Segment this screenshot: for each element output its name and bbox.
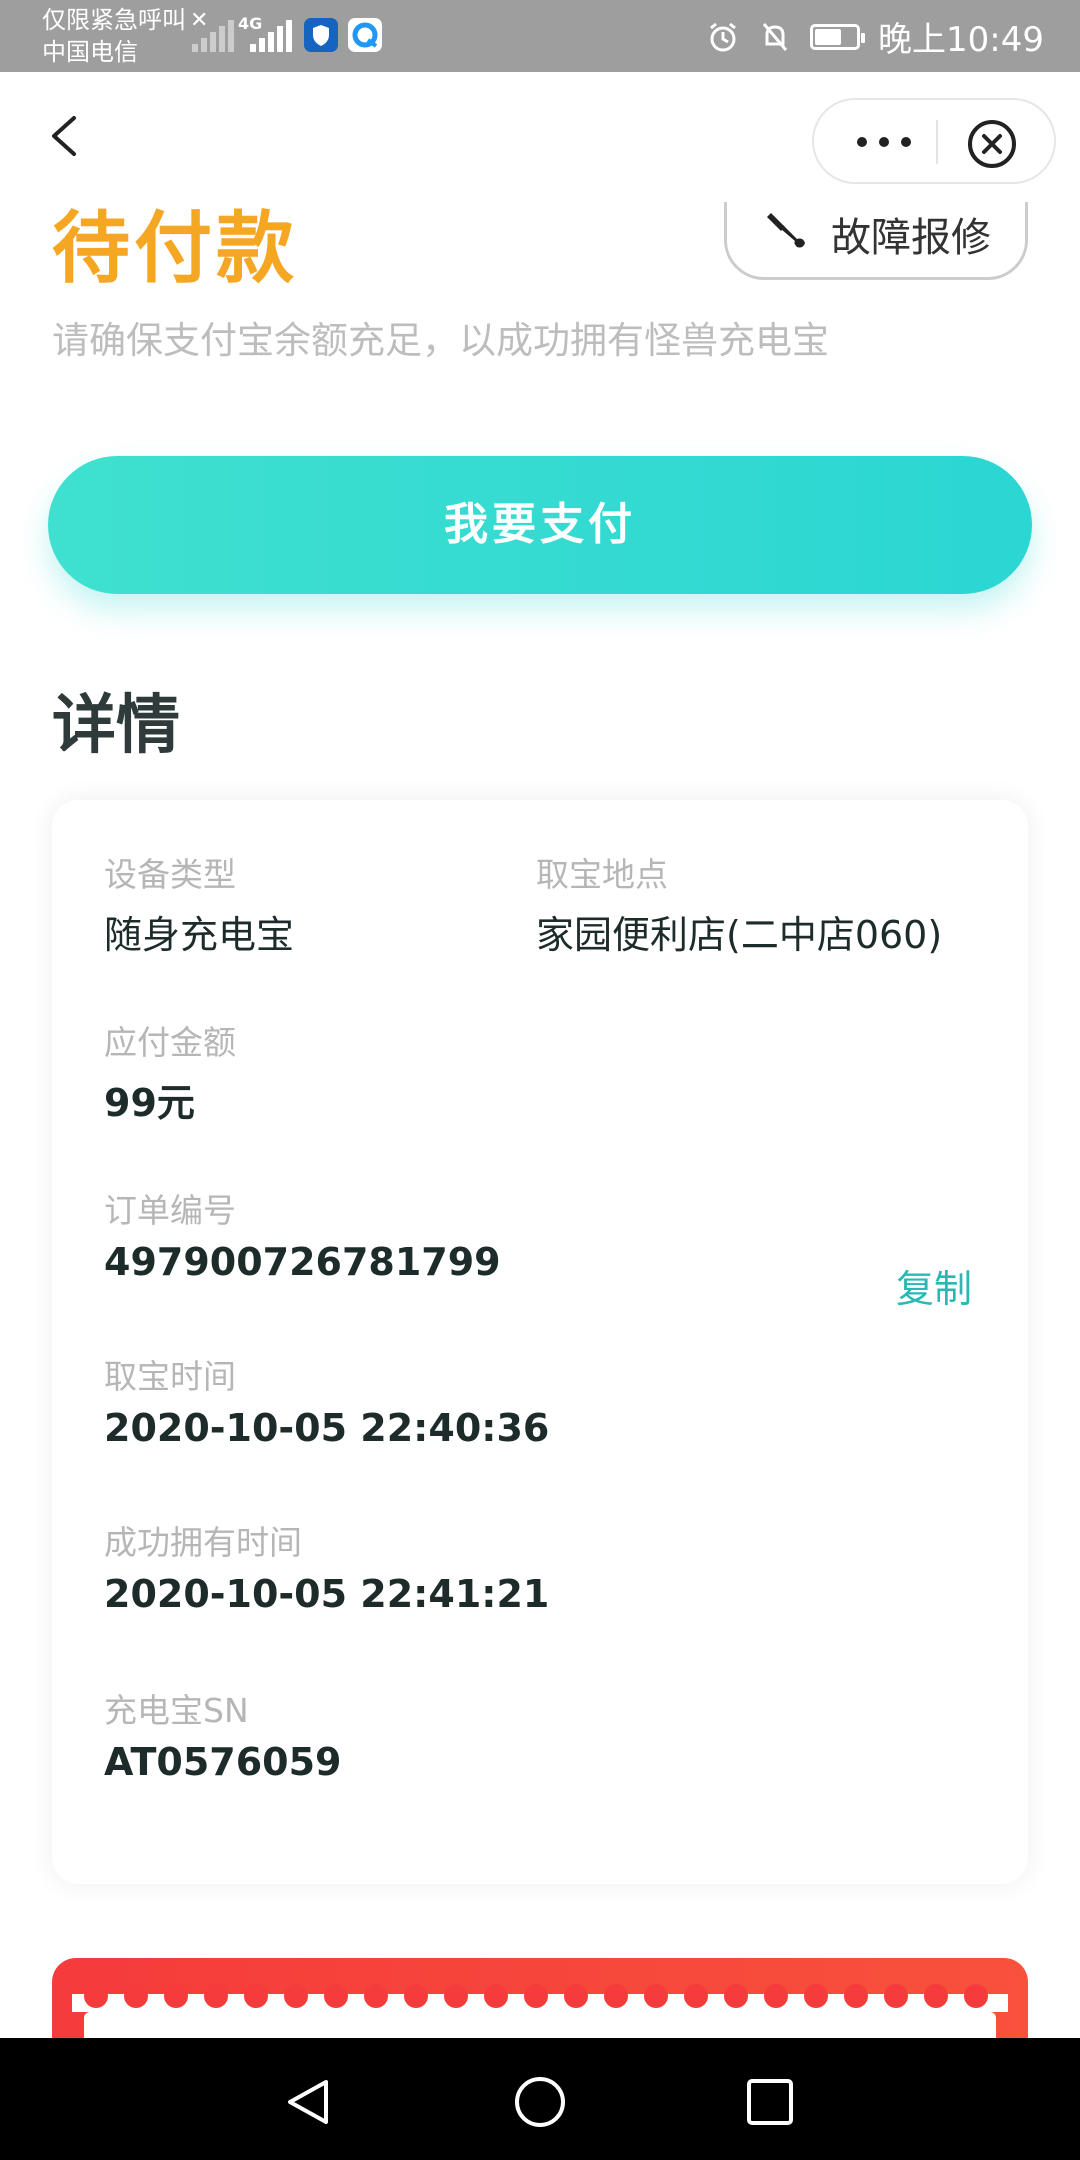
- power-bank-sn-label: 充电宝SN: [104, 1691, 249, 1730]
- coupon-scallop: [604, 1984, 628, 2008]
- circle-home-icon[interactable]: [512, 2074, 568, 2130]
- owned-time-field: 成功拥有时间 2020-10-05 22:41:21: [104, 1516, 549, 1616]
- order-number-field: 订单编号 497900726781799: [104, 1184, 501, 1284]
- repair-report-button[interactable]: 故障报修: [724, 202, 1028, 280]
- status-bar: 仅限紧急呼叫 中国电信 ✕ 4G 晚上10:49: [0, 0, 1080, 72]
- power-bank-sn-field: 充电宝SN AT0576059: [104, 1684, 341, 1784]
- wrench-icon: [767, 213, 805, 248]
- device-type-field: 设备类型 随身充电宝: [104, 848, 294, 959]
- coupon-scallop: [844, 1984, 868, 2008]
- coupon-scallop: [764, 1984, 788, 2008]
- coupon-scallop: [204, 1984, 228, 2008]
- carrier-info: 仅限紧急呼叫 中国电信: [42, 4, 186, 68]
- coupon-scallop: [564, 1984, 588, 2008]
- pickup-time-label: 取宝时间: [104, 1357, 236, 1396]
- top-nav-bar: [0, 72, 1080, 202]
- owned-time-value: 2020-10-05 22:41:21: [104, 1572, 550, 1616]
- capsule-divider: [936, 120, 938, 164]
- alarm-icon: [710, 22, 736, 51]
- mini-program-capsule: [812, 98, 1056, 184]
- order-detail-page: 待付款 故障报修 请确保支付宝余额充足，以成功拥有怪兽充电宝 我要支付 详情 设…: [0, 202, 1080, 2038]
- coupon-scallop: [284, 1984, 308, 2008]
- pickup-time-field: 取宝时间 2020-10-05 22:40:36: [104, 1350, 549, 1450]
- coupon-scallop: [684, 1984, 708, 2008]
- power-bank-sn-value: AT0576059: [104, 1740, 342, 1784]
- status-right: 晚上10:49: [706, 12, 1044, 61]
- copy-order-number-button[interactable]: 复制: [896, 1258, 972, 1313]
- triangle-back-icon[interactable]: [282, 2076, 334, 2128]
- coupon-scallop: [644, 1984, 668, 2008]
- shield-app-icon: [304, 18, 338, 52]
- clock: 晚上10:49: [878, 20, 1044, 60]
- system-navigation-bar: [0, 2038, 1080, 2160]
- more-dots-icon[interactable]: [842, 120, 938, 164]
- coupon-scallop: [164, 1984, 188, 2008]
- device-type-value: 随身充电宝: [104, 913, 295, 957]
- order-number-label: 订单编号: [104, 1191, 236, 1230]
- coupon-scallop: [84, 1984, 108, 2008]
- owned-time-label: 成功拥有时间: [104, 1523, 302, 1562]
- mute-bell-icon: [762, 22, 788, 51]
- coupon-scallop: [404, 1984, 428, 2008]
- promo-coupon-banner[interactable]: [52, 1958, 1028, 2038]
- details-card: 设备类型 随身充电宝 取宝地点 家园便利店(二中店060) 应付金额 99元 订…: [52, 800, 1028, 1884]
- coupon-inner: [84, 2012, 996, 2038]
- amount-field: 应付金额 99元: [104, 1016, 236, 1127]
- coupon-scallop: [964, 1984, 988, 2008]
- back-arrow-icon[interactable]: [44, 114, 88, 158]
- coupon-scallop-edge: [72, 1984, 1008, 2012]
- pickup-location-label: 取宝地点: [536, 855, 668, 894]
- pay-button[interactable]: 我要支付: [48, 456, 1032, 594]
- balance-hint: 请确保支付宝余额充足，以成功拥有怪兽充电宝: [52, 319, 829, 362]
- repair-report-label: 故障报修: [831, 215, 991, 261]
- coupon-scallop: [484, 1984, 508, 2008]
- signal-icon-1: [192, 16, 236, 52]
- pickup-time-value: 2020-10-05 22:40:36: [104, 1406, 550, 1450]
- browser-app-icon: [348, 18, 382, 52]
- order-number-value: 497900726781799: [104, 1240, 501, 1284]
- coupon-scallop: [724, 1984, 748, 2008]
- coupon-scallop: [884, 1984, 908, 2008]
- device-type-label: 设备类型: [104, 855, 236, 894]
- coupon-scallop: [924, 1984, 948, 2008]
- pickup-location-value: 家园便利店(二中店060): [536, 913, 943, 957]
- amount-label: 应付金额: [104, 1023, 236, 1062]
- carrier-line-1: 仅限紧急呼叫: [42, 6, 186, 34]
- coupon-scallop: [804, 1984, 828, 2008]
- coupon-scallop: [124, 1984, 148, 2008]
- close-circle-icon[interactable]: [966, 118, 1018, 170]
- battery-icon: [810, 23, 866, 50]
- coupon-scallop: [244, 1984, 268, 2008]
- coupon-scallop: [444, 1984, 468, 2008]
- coupon-scallop: [324, 1984, 348, 2008]
- amount-value: 99元: [104, 1081, 195, 1125]
- signal-icon-2: [250, 16, 294, 52]
- order-status-title: 待付款: [52, 204, 299, 294]
- details-heading: 详情: [52, 689, 180, 763]
- carrier-line-2: 中国电信: [42, 38, 138, 66]
- coupon-scallop: [364, 1984, 388, 2008]
- pickup-location-field: 取宝地点 家园便利店(二中店060): [536, 848, 942, 959]
- square-recents-icon[interactable]: [744, 2076, 796, 2128]
- coupon-scallop: [524, 1984, 548, 2008]
